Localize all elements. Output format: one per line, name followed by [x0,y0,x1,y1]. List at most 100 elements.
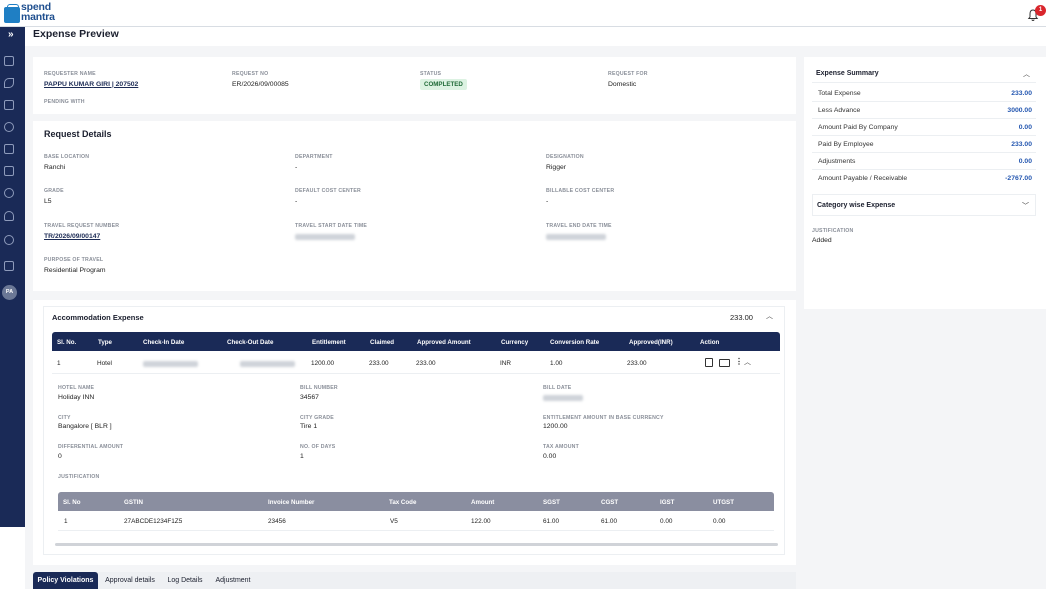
receipt-icon[interactable] [705,358,713,367]
bill-date-redacted [543,395,583,401]
designation-label: DESIGNATION [546,154,584,160]
wallet-icon[interactable] [4,261,14,271]
chevron-up-icon[interactable]: ︿ [1023,69,1030,79]
accommodation-total: 233.00 [730,313,753,322]
gst-column-header: GSTIN [124,499,143,506]
home-icon[interactable] [4,56,14,66]
chevron-up-icon[interactable]: ︿ [766,311,773,321]
gst-column-header: Amount [471,499,495,506]
chevron-up-icon[interactable]: ︿ [744,357,751,367]
bill-date-label: BILL DATE [543,385,572,391]
calendar-icon[interactable] [4,144,14,154]
logo-bag-icon [4,4,20,23]
column-header: Check-Out Date [227,339,274,346]
column-header: Conversion Rate [550,339,600,346]
default-cost-center-label: DEFAULT COST CENTER [295,188,361,194]
spendmantra-logo[interactable]: spend mantra [4,2,60,24]
gst-cell: 0.00 [713,518,726,525]
column-header: Type [98,339,112,346]
summary-value: 233.00 [1011,90,1032,97]
user-icon[interactable] [4,211,14,221]
tax-value: 0.00 [543,453,557,460]
bill-number-value: 34567 [300,394,319,401]
more-options-icon[interactable]: ⋮ [735,357,743,366]
requester-card: REQUESTER NAME PAPPU KUMAR GIRI | 207502… [33,57,796,114]
clock-icon[interactable] [4,235,14,245]
summary-value: 233.00 [1011,141,1032,148]
expense-summary-header[interactable]: Expense Summary ︿ [812,65,1036,83]
category-expense-header[interactable]: Category wise Expense ﹀ [812,194,1036,216]
summary-value: 0.00 [1018,158,1032,165]
hotel-name-label: HOTEL NAME [58,385,95,391]
summary-label: Paid By Employee [818,141,874,148]
differential-label: DIFFERENTIAL AMOUNT [58,444,124,450]
accommodation-title: Accommodation Expense [52,313,144,322]
sidebar-expand-icon[interactable]: » [8,29,14,40]
city-value: Bangalore [ BLR ] [58,423,112,430]
summary-row: Adjustments 0.00 [812,153,1036,170]
category-expense-title: Category wise Expense [817,202,896,209]
cell-currency: INR [500,360,512,367]
gst-column-header: Sl. No [63,499,81,506]
requester-name-link[interactable]: PAPPU KUMAR GIRI | 207502 [44,81,138,88]
accommodation-table-header: Sl. No. Type Check-In Date Check-Out Dat… [52,332,780,351]
city-grade-label: CITY GRADE [300,415,334,421]
document-icon[interactable] [4,166,14,176]
column-header: Approved Amount [417,339,471,346]
flight-icon[interactable] [4,78,14,88]
hotel-name-value: Holiday INN [58,394,95,401]
summary-label: Total Expense [818,90,861,97]
top-bar: spend mantra 1 [0,0,1046,27]
gst-cell: 1 [64,518,68,525]
tab-log-details[interactable]: Log Details [162,572,208,589]
travel-request-number-link[interactable]: TR/2026/09/00147 [44,233,100,240]
status-badge: COMPLETED [420,79,467,90]
tax-label: TAX AMOUNT [543,444,580,450]
requester-name-label: REQUESTER NAME [44,71,96,77]
summary-row: Amount Paid By Company 0.00 [812,119,1036,136]
gst-cell: 61.00 [601,518,617,525]
cell-entitlement: 1200.00 [311,360,335,367]
settings-icon[interactable] [4,188,14,198]
default-cost-center-value: - [295,198,298,205]
summary-label: Adjustments [818,158,856,165]
column-header: Claimed [370,339,395,346]
pending-with-label: PENDING WITH [44,99,85,105]
sidebar: » PA [0,27,25,527]
chevron-down-icon[interactable]: ﹀ [1022,201,1029,211]
detail-justification-label: JUSTIFICATION [58,474,100,480]
summary-label: Amount Paid By Company [818,124,898,131]
travel-end-label: TRAVEL END DATE TIME [546,223,612,229]
base-location-value: Ranchi [44,164,66,171]
travel-start-redacted [295,234,355,240]
request-no-value: ER/2026/09/00085 [232,81,289,88]
card-icon[interactable] [719,359,730,367]
horizontal-scrollbar[interactable] [55,543,778,546]
summary-row: Amount Payable / Receivable -2767.00 [812,170,1036,187]
column-header: Entitlement [312,339,346,346]
summary-label: Less Advance [818,107,861,114]
tab-policy-violations[interactable]: Policy Violations [33,572,98,589]
tab-approval-details[interactable]: Approval details [100,572,160,589]
check-in-redacted [143,361,198,367]
designation-value: Rigger [546,164,567,171]
base-location-label: BASE LOCATION [44,154,90,160]
gst-table-header: Sl. No GSTIN Invoice Number Tax Code Amo… [58,492,774,511]
tab-adjustment[interactable]: Adjustment [210,572,256,589]
history-icon[interactable] [4,122,14,132]
column-header: Sl. No. [57,339,77,346]
column-header: Action [700,339,720,346]
travel-end-redacted [546,234,606,240]
status-label: STATUS [420,71,442,77]
briefcase-icon[interactable] [4,100,14,110]
user-avatar[interactable]: PA [2,285,17,300]
summary-label: Amount Payable / Receivable [818,175,908,182]
city-grade-value: Tire 1 [300,423,318,430]
grade-value: L5 [44,198,52,205]
days-value: 1 [300,453,304,460]
gst-cell: 23456 [268,518,286,525]
gst-cell: 122.00 [471,518,491,525]
summary-value: -2767.00 [1005,175,1032,182]
logo-text-bottom: mantra [21,11,55,23]
summary-justification-label: JUSTIFICATION [812,228,854,234]
